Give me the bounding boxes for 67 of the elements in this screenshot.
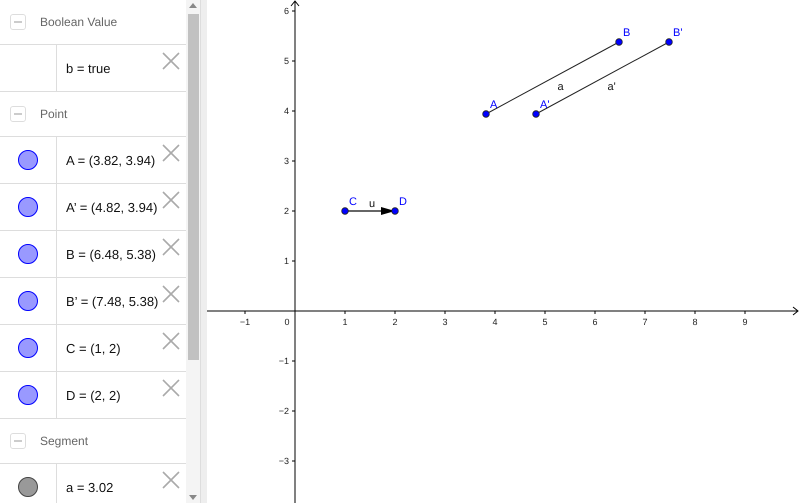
collapse-icon[interactable] (10, 433, 26, 449)
close-icon[interactable] (162, 238, 180, 256)
circle-icon[interactable] (18, 291, 38, 311)
scrollbar-thumb[interactable] (188, 14, 198, 360)
point[interactable] (482, 110, 490, 118)
tick-label: 6 (284, 6, 289, 16)
point[interactable] (391, 207, 399, 215)
close-icon[interactable] (162, 52, 180, 70)
tick-label: 3 (284, 156, 289, 166)
point-label: B' (673, 27, 682, 39)
scroll-up-icon[interactable] (189, 3, 197, 8)
circle-icon[interactable] (18, 338, 38, 358)
point[interactable] (341, 207, 349, 215)
tick-label: 0 (284, 317, 290, 327)
circle-icon[interactable] (18, 150, 38, 170)
tick-label: 5 (542, 317, 548, 327)
circle-icon[interactable] (18, 197, 38, 217)
algebra-entry[interactable]: b = true (57, 45, 110, 91)
close-icon[interactable] (162, 144, 180, 162)
segment-label: a (558, 81, 564, 93)
collapse-icon[interactable] (10, 14, 26, 30)
collapse-icon[interactable] (10, 106, 26, 122)
point-label: B (623, 27, 630, 39)
point-label: A (490, 99, 498, 111)
algebra-entry[interactable]: B’ = (7.48, 5.38) (57, 278, 158, 324)
algebra-entry[interactable]: A’ = (4.82, 3.94) (57, 184, 158, 230)
close-icon[interactable] (162, 191, 180, 209)
algebra-entry[interactable]: C = (1, 2) (57, 325, 121, 371)
group-title: Boolean Value (40, 15, 118, 29)
algebra-entry[interactable]: a = 3.02 (57, 464, 114, 503)
algebra-entry[interactable]: D = (2, 2) (57, 372, 121, 418)
tick-label: −1 (240, 317, 250, 327)
algebra-entry[interactable]: B = (6.48, 5.38) (57, 231, 156, 277)
close-icon[interactable] (162, 332, 180, 350)
group-title: Point (40, 107, 68, 121)
group-title: Segment (40, 434, 88, 448)
circle-icon[interactable] (18, 385, 38, 405)
tick-label: −1 (278, 356, 289, 366)
point-label: D (399, 196, 407, 208)
close-icon[interactable] (162, 471, 180, 489)
point-label: C (349, 196, 357, 208)
tick-label: −3 (278, 456, 289, 466)
tick-label: −2 (278, 406, 289, 416)
tick-label: 4 (492, 317, 498, 327)
tick-label: 9 (742, 317, 748, 327)
point[interactable] (615, 38, 623, 46)
tick-label: 1 (284, 256, 289, 266)
tick-label: 3 (442, 317, 448, 327)
tick-label: 5 (284, 56, 289, 66)
tick-label: 6 (592, 317, 598, 327)
circle-icon[interactable] (18, 244, 38, 264)
tick-label: 2 (392, 317, 398, 327)
circle-icon[interactable] (18, 477, 38, 497)
point[interactable] (665, 38, 673, 46)
tick-label: 7 (642, 317, 648, 327)
tick-label: 8 (692, 317, 698, 327)
tick-label: 1 (342, 317, 348, 327)
tick-label: 4 (284, 106, 289, 116)
tick-label: 2 (284, 206, 289, 216)
vector-label: u (368, 198, 376, 210)
close-icon[interactable] (162, 285, 180, 303)
point[interactable] (532, 110, 540, 118)
algebra-entry[interactable]: A = (3.82, 3.94) (57, 137, 156, 183)
segment-label: a' (608, 81, 616, 93)
point-label: A' (540, 99, 550, 111)
close-icon[interactable] (162, 379, 180, 397)
scroll-down-icon[interactable] (189, 495, 197, 500)
